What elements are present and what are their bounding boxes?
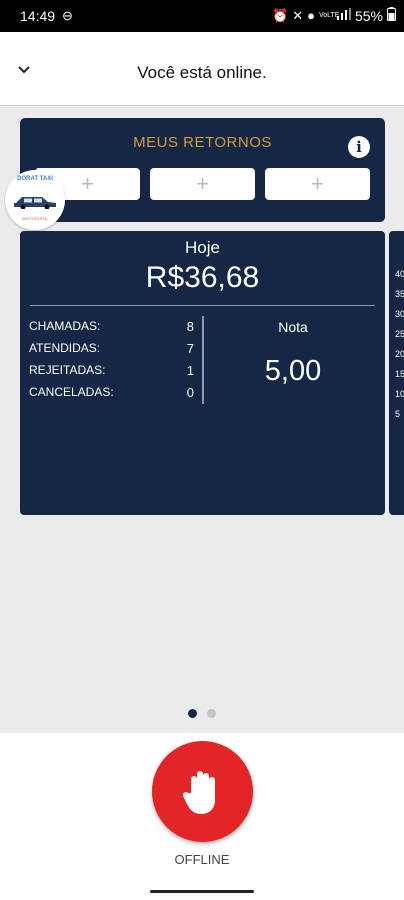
info-icon[interactable]: i	[348, 136, 370, 158]
rating-value: 5,00	[264, 355, 322, 387]
system-nav-bar	[0, 886, 404, 900]
stat-label: ATENDIDAS:	[29, 341, 101, 355]
battery-icon	[387, 7, 396, 24]
peek-tick: 30	[395, 309, 404, 319]
next-card-peek[interactable]: 40 35 30 25 20 15 10 5	[389, 231, 404, 515]
divider	[30, 305, 375, 306]
divider-vertical	[202, 316, 204, 404]
volte-label: VoLTE	[318, 12, 340, 19]
logo-top-text: DORAT TAXI	[17, 176, 53, 182]
bottom-panel: OFFLINE	[0, 733, 404, 886]
page-title: Você está online.	[137, 63, 267, 82]
status-icons: ⏰ ✕ ● VoLTE 55%	[272, 7, 396, 24]
pager-dot[interactable]	[207, 709, 216, 718]
returns-title: MEUS RETORNOS	[133, 134, 272, 151]
go-offline-button[interactable]	[152, 741, 253, 842]
peek-tick: 10	[395, 389, 404, 399]
stat-value: 1	[186, 363, 194, 378]
stats-card: Hoje R$36,68 CHAMADAS: 8 ATENDIDAS: 7 RE…	[20, 231, 385, 515]
peek-tick: 35	[395, 289, 404, 299]
alarm-icon: ⏰	[272, 7, 289, 23]
stat-row-answered: ATENDIDAS: 7	[29, 341, 194, 361]
dnd-icon: ⊖	[62, 8, 73, 23]
signal-icon	[336, 8, 351, 23]
stat-value: 8	[186, 319, 194, 334]
pager-dot-active[interactable]	[188, 709, 197, 718]
home-indicator[interactable]	[150, 890, 254, 893]
app-logo: DORAT TAXI MOTORISTA	[5, 170, 65, 230]
return-slot-3[interactable]: +	[265, 168, 370, 200]
peek-tick: 25	[395, 329, 404, 339]
stat-value: 7	[186, 341, 194, 356]
peek-tick: 5	[395, 409, 401, 419]
stat-row-calls: CHAMADAS: 8	[29, 319, 194, 339]
returns-card: MEUS RETORNOS i + + +	[20, 118, 385, 222]
offline-label: OFFLINE	[174, 852, 230, 867]
taxi-car-icon	[14, 197, 56, 209]
stat-label: REJEITADAS:	[29, 363, 106, 377]
logo-bottom-text: MOTORISTA	[22, 216, 48, 221]
stat-label: CHAMADAS:	[29, 319, 101, 333]
peek-tick: 40	[395, 269, 404, 279]
location-icon: ●	[307, 8, 315, 23]
app-header: Você está online.	[0, 32, 404, 106]
battery-label: 55%	[354, 7, 383, 24]
nfc-icon: ✕	[292, 7, 304, 23]
peek-tick: 15	[395, 369, 404, 379]
stat-row-cancelled: CANCELADAS: 0	[29, 385, 194, 405]
stat-label: CANCELADAS:	[29, 385, 114, 399]
return-slot-2[interactable]: +	[150, 168, 255, 200]
hand-stop-icon	[182, 771, 215, 814]
today-earnings: R$36,68	[145, 261, 260, 294]
status-time: 14:49	[20, 8, 56, 24]
stat-row-rejected: REJEITADAS: 1	[29, 363, 194, 383]
today-label: Hoje	[185, 238, 220, 257]
peek-tick: 20	[395, 349, 404, 359]
status-bar: 14:49 ⊖ ⏰ ✕ ● VoLTE 55%	[0, 0, 404, 32]
rating-label: Nota	[278, 319, 308, 335]
stat-value: 0	[186, 385, 194, 400]
